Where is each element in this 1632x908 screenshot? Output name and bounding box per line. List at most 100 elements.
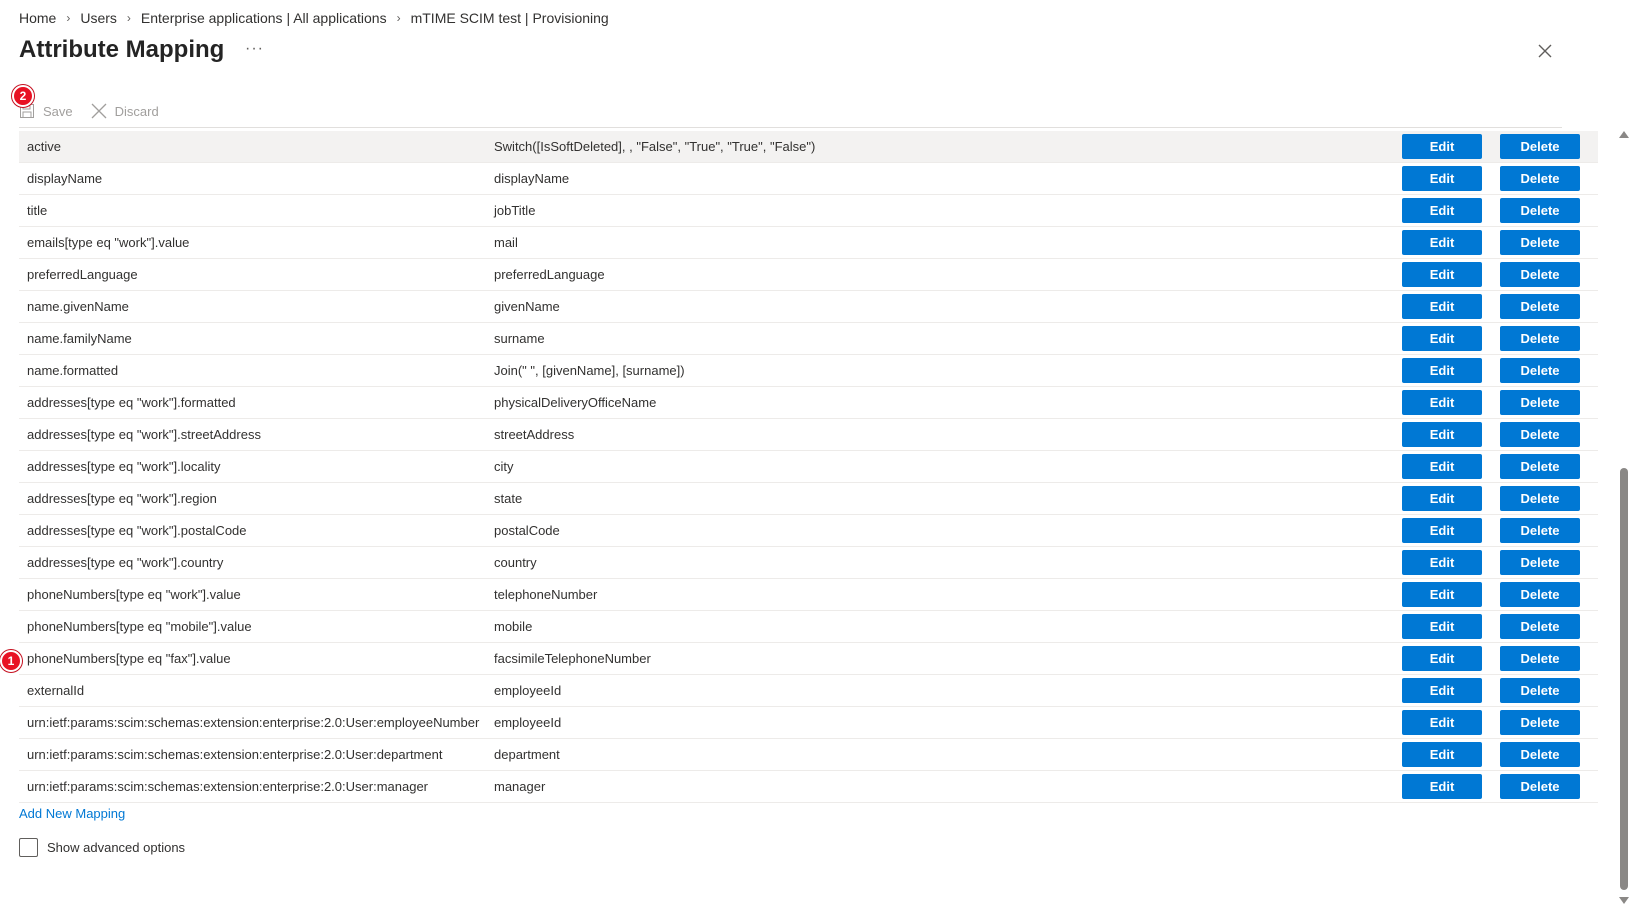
delete-button[interactable]: Delete	[1500, 294, 1580, 319]
page-title: Attribute Mapping	[19, 36, 225, 63]
delete-button[interactable]: Delete	[1500, 710, 1580, 735]
edit-button[interactable]: Edit	[1402, 486, 1482, 511]
delete-button[interactable]: Delete	[1500, 134, 1580, 159]
breadcrumb-home[interactable]: Home	[19, 10, 56, 26]
source-attribute: givenName	[494, 299, 560, 314]
table-row[interactable]: active Switch([IsSoftDeleted], , "False",…	[19, 131, 1598, 163]
breadcrumb-separator: ›	[66, 11, 71, 25]
edit-button[interactable]: Edit	[1402, 678, 1482, 703]
edit-button[interactable]: Edit	[1402, 134, 1482, 159]
table-row[interactable]: name.familyName surname Edit Delete	[19, 323, 1598, 355]
scroll-down-arrow-icon[interactable]	[1619, 897, 1629, 904]
delete-button[interactable]: Delete	[1500, 678, 1580, 703]
delete-button[interactable]: Delete	[1500, 614, 1580, 639]
table-row[interactable]: addresses[type eq "work"].region state Edi…	[19, 483, 1598, 515]
breadcrumb-enterprise-applications[interactable]: Enterprise applications | All applicatio…	[141, 10, 387, 26]
table-row[interactable]: phoneNumbers[type eq "work"].value teleph…	[19, 579, 1598, 611]
breadcrumb-provisioning[interactable]: mTIME SCIM test | Provisioning	[411, 10, 609, 26]
edit-button[interactable]: Edit	[1402, 614, 1482, 639]
edit-button[interactable]: Edit	[1402, 550, 1482, 575]
table-row[interactable]: displayName displayName Edit Delete	[19, 163, 1598, 195]
edit-button[interactable]: Edit	[1402, 742, 1482, 767]
target-attribute: addresses[type eq "work"].locality	[27, 459, 221, 474]
table-row[interactable]: addresses[type eq "work"].postalCode post…	[19, 515, 1598, 547]
delete-button[interactable]: Delete	[1500, 454, 1580, 479]
delete-button[interactable]: Delete	[1500, 646, 1580, 671]
breadcrumb-users[interactable]: Users	[80, 10, 117, 26]
table-row[interactable]: preferredLanguage preferredLanguage Edit De…	[19, 259, 1598, 291]
delete-button[interactable]: Delete	[1500, 358, 1580, 383]
edit-button[interactable]: Edit	[1402, 294, 1482, 319]
table-row[interactable]: addresses[type eq "work"].locality city Ed…	[19, 451, 1598, 483]
edit-button[interactable]: Edit	[1402, 518, 1482, 543]
source-attribute: employeeId	[494, 715, 562, 730]
table-row[interactable]: addresses[type eq "work"].streetAddress s…	[19, 419, 1598, 451]
delete-button[interactable]: Delete	[1500, 582, 1580, 607]
edit-button[interactable]: Edit	[1402, 166, 1482, 191]
breadcrumb: Home › Users › Enterprise applications |…	[19, 10, 609, 26]
more-options-icon[interactable]: ···	[245, 40, 264, 58]
target-attribute: phoneNumbers[type eq "work"].value	[27, 587, 241, 602]
table-row[interactable]: name.givenName givenName Edit Delete	[19, 291, 1598, 323]
target-attribute: phoneNumbers[type eq "fax"].value	[27, 651, 231, 666]
table-row[interactable]: emails[type eq "work"].value mail Edit Dele…	[19, 227, 1598, 259]
edit-button[interactable]: Edit	[1402, 710, 1482, 735]
table-row[interactable]: title jobTitle Edit Delete	[19, 195, 1598, 227]
source-attribute: postalCode	[494, 523, 560, 538]
target-attribute: urn:ietf:params:scim:schemas:extension:e…	[27, 715, 480, 730]
target-attribute: addresses[type eq "work"].postalCode	[27, 523, 247, 538]
table-row[interactable]: name.formatted Join(" ", [givenName], [su…	[19, 355, 1598, 387]
source-attribute: jobTitle	[494, 203, 536, 218]
edit-button[interactable]: Edit	[1402, 582, 1482, 607]
target-attribute: urn:ietf:params:scim:schemas:extension:e…	[27, 747, 443, 762]
delete-button[interactable]: Delete	[1500, 774, 1580, 799]
table-row[interactable]: urn:ietf:params:scim:schemas:extension:e…	[19, 771, 1598, 803]
target-attribute: phoneNumbers[type eq "mobile"].value	[27, 619, 252, 634]
delete-button[interactable]: Delete	[1500, 422, 1580, 447]
edit-button[interactable]: Edit	[1402, 390, 1482, 415]
table-row[interactable]: phoneNumbers[type eq "mobile"].value mobi…	[19, 611, 1598, 643]
delete-button[interactable]: Delete	[1500, 486, 1580, 511]
delete-button[interactable]: Delete	[1500, 262, 1580, 287]
edit-button[interactable]: Edit	[1402, 774, 1482, 799]
delete-button[interactable]: Delete	[1500, 390, 1580, 415]
table-row[interactable]: urn:ietf:params:scim:schemas:extension:e…	[19, 739, 1598, 771]
target-attribute: externalId	[27, 683, 85, 698]
source-attribute: preferredLanguage	[494, 267, 605, 282]
target-attribute: preferredLanguage	[27, 267, 138, 282]
scrollbar-thumb[interactable]	[1620, 468, 1628, 890]
edit-button[interactable]: Edit	[1402, 230, 1482, 255]
source-attribute: facsimileTelephoneNumber	[494, 651, 651, 666]
table-row[interactable]: addresses[type eq "work"].country country…	[19, 547, 1598, 579]
breadcrumb-separator: ›	[126, 11, 131, 25]
delete-button[interactable]: Delete	[1500, 518, 1580, 543]
edit-button[interactable]: Edit	[1402, 358, 1482, 383]
scrollbar[interactable]	[1616, 131, 1632, 908]
edit-button[interactable]: Edit	[1402, 454, 1482, 479]
table-row[interactable]: addresses[type eq "work"].formatted physi…	[19, 387, 1598, 419]
toolbar-divider	[19, 127, 1562, 128]
delete-button[interactable]: Delete	[1500, 326, 1580, 351]
table-row[interactable]: phoneNumbers[type eq "fax"].value facsimi…	[19, 643, 1598, 675]
delete-button[interactable]: Delete	[1500, 198, 1580, 223]
close-icon[interactable]	[1538, 44, 1552, 58]
scroll-up-arrow-icon[interactable]	[1619, 131, 1629, 138]
attribute-mapping-page: Home › Users › Enterprise applications |…	[0, 0, 1632, 908]
table-row[interactable]: urn:ietf:params:scim:schemas:extension:e…	[19, 707, 1598, 739]
edit-button[interactable]: Edit	[1402, 422, 1482, 447]
delete-button[interactable]: Delete	[1500, 230, 1580, 255]
table-row[interactable]: externalId employeeId Edit Delete	[19, 675, 1598, 707]
target-attribute: addresses[type eq "work"].streetAddress	[27, 427, 261, 442]
discard-icon	[91, 103, 107, 119]
target-attribute: displayName	[27, 171, 103, 186]
edit-button[interactable]: Edit	[1402, 326, 1482, 351]
delete-button[interactable]: Delete	[1500, 550, 1580, 575]
edit-button[interactable]: Edit	[1402, 262, 1482, 287]
delete-button[interactable]: Delete	[1500, 166, 1580, 191]
discard-button[interactable]: Discard	[91, 103, 159, 119]
show-advanced-checkbox[interactable]	[19, 838, 38, 857]
edit-button[interactable]: Edit	[1402, 646, 1482, 671]
add-new-mapping-link[interactable]: Add New Mapping	[19, 806, 125, 821]
delete-button[interactable]: Delete	[1500, 742, 1580, 767]
edit-button[interactable]: Edit	[1402, 198, 1482, 223]
